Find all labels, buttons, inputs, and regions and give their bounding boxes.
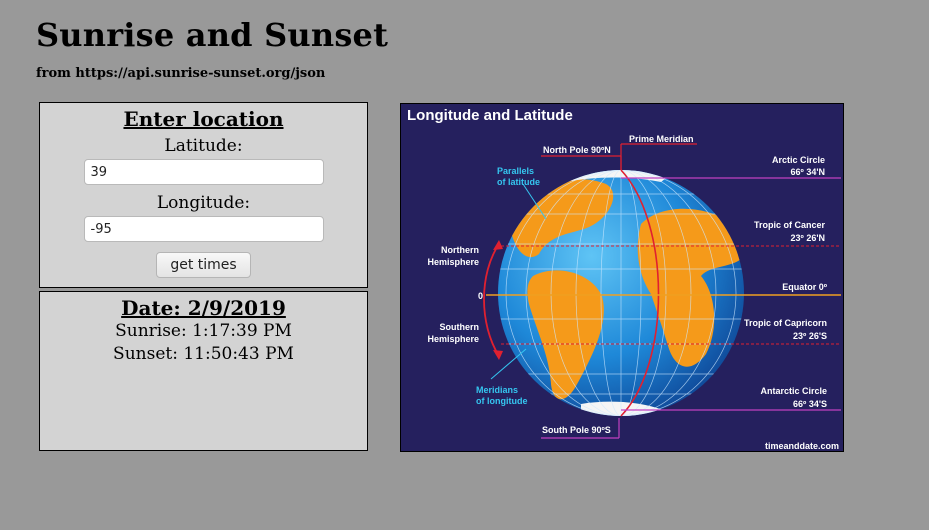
label-prime-meridian: Prime Meridian [629, 134, 694, 144]
label-parallels-1: Parallels [497, 166, 534, 176]
label-southern-2: Hemisphere [427, 334, 479, 344]
label-arctic-2: 66º 34'N [791, 167, 825, 177]
label-north-pole: North Pole 90ºN [543, 145, 611, 155]
page-title: Sunrise and Sunset [36, 16, 389, 54]
globe-diagram-image: Longitude and Latitude Prime Meridian No… [400, 103, 844, 452]
results-panel: Date: 2/9/2019 Sunrise: 1:17:39 PM Sunse… [39, 291, 368, 451]
longitude-input[interactable] [83, 216, 324, 242]
latitude-input[interactable] [83, 159, 324, 185]
date-heading: Date: 2/9/2019 [121, 296, 286, 320]
label-cancer-2: 23º 26'N [791, 233, 825, 243]
label-northern-2: Hemisphere [427, 257, 479, 267]
label-parallels-2: of latitude [497, 177, 540, 187]
label-meridians-1: Meridians [476, 385, 518, 395]
credit-text: timeanddate.com [765, 441, 839, 451]
label-southern-1: Southern [440, 322, 480, 332]
globe-diagram: Longitude and Latitude Prime Meridian No… [407, 107, 841, 451]
longitude-label: Longitude: [156, 193, 251, 213]
location-panel: Enter location Latitude: Longitude: get … [39, 102, 368, 288]
label-antarctic-2: 66º 34'S [793, 399, 827, 409]
sunrise-time: Sunrise: 1:17:39 PM [115, 321, 292, 341]
label-meridians-2: of longitude [476, 396, 528, 406]
label-arctic-1: Arctic Circle [772, 155, 825, 165]
sunset-time: Sunset: 11:50:43 PM [113, 344, 294, 364]
label-northern-1: Northern [441, 245, 479, 255]
label-zero: 0 [478, 291, 483, 301]
label-antarctic-1: Antarctic Circle [760, 386, 827, 396]
label-equator: Equator 0º [782, 282, 828, 292]
diagram-title: Longitude and Latitude [407, 107, 573, 124]
label-capricorn-2: 23º 26'S [793, 331, 827, 341]
label-south-pole: South Pole 90ºS [542, 425, 611, 435]
label-capricorn-1: Tropic of Capricorn [744, 318, 827, 328]
location-heading: Enter location [123, 107, 284, 131]
hemisphere-arrow [483, 243, 500, 357]
page-subtitle: from https://api.sunrise-sunset.org/json [36, 66, 326, 81]
get-times-button[interactable]: get times [156, 252, 251, 278]
latitude-label: Latitude: [164, 136, 243, 156]
label-cancer-1: Tropic of Cancer [754, 220, 826, 230]
